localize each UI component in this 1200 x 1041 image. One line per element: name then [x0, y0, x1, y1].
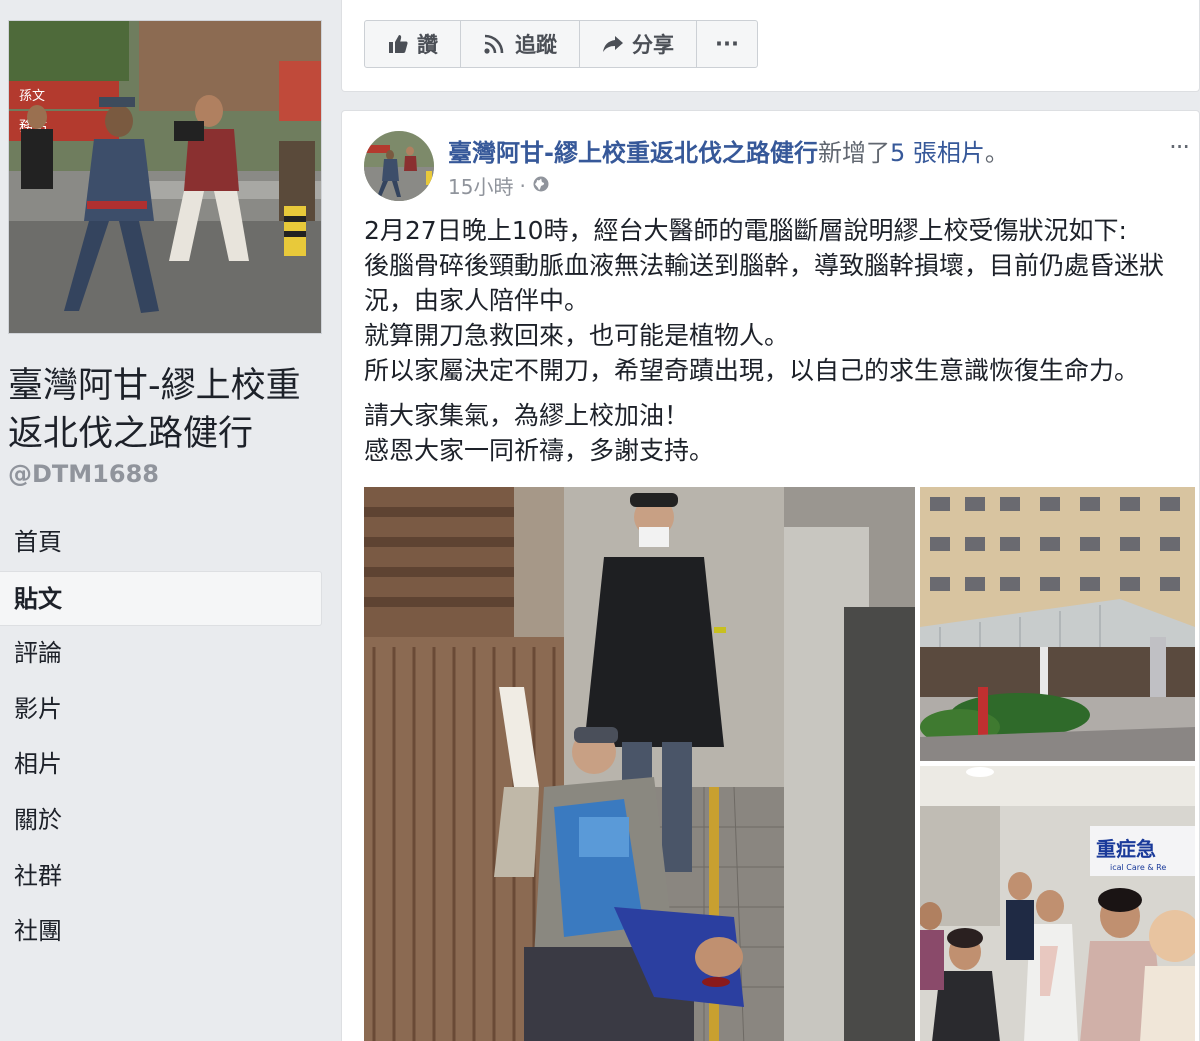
share-label: 分享 — [632, 33, 674, 57]
hospital-sign-en-text: ical Care & Re — [1110, 863, 1166, 872]
hospital-interior-image: 重症急 ical Care & Re — [920, 766, 1195, 1041]
photo-count-link[interactable]: 5 張相片 — [890, 139, 985, 167]
follow-label: 追蹤 — [515, 33, 557, 57]
nav-item-home[interactable]: 首頁 — [0, 515, 322, 571]
profile-photo-image: 孫文 務站 — [9, 21, 321, 333]
post-author-link[interactable]: 臺灣阿甘-繆上校重返北伐之路健行 — [448, 139, 818, 167]
globe-icon[interactable] — [532, 174, 550, 198]
post-photo-3[interactable]: 重症急 ical Care & Re — [920, 766, 1195, 1041]
post-body: 2月27日晚上10時，經台大醫師的電腦斷層說明繆上校受傷狀況如下: 後腦骨碎後頸… — [364, 213, 1194, 478]
meta-separator: · — [519, 173, 526, 198]
avatar-image — [364, 131, 434, 201]
nav-item-groups[interactable]: 社團 — [0, 904, 322, 960]
post-photo-2[interactable] — [920, 487, 1195, 761]
post-header: 臺灣阿甘-繆上校重返北伐之路健行新增了5 張相片。 — [448, 133, 1009, 168]
rss-follow-icon — [483, 33, 507, 55]
page-name[interactable]: 臺灣阿甘-繆上校重返北伐之路健行 — [8, 362, 328, 458]
thumbs-up-icon — [387, 33, 409, 55]
page-actions-card: 讚 追蹤 分享 ··· — [341, 0, 1200, 92]
like-label: 讚 — [417, 33, 438, 57]
post-card: 臺灣阿甘-繆上校重返北伐之路健行新增了5 張相片。 15小時 · ··· 2月2… — [341, 110, 1200, 1041]
page-handle[interactable]: @DTM1688 — [8, 460, 159, 488]
nav-item-reviews[interactable]: 評論 — [0, 626, 322, 682]
photo-grid: 重症急 ical Care & Re — [364, 487, 1198, 1041]
post-action-text: 新增了 — [817, 139, 890, 167]
page-nav: 首頁 貼文 評論 影片 相片 關於 社群 社團 — [0, 515, 322, 960]
share-button[interactable]: 分享 — [580, 21, 697, 67]
hospital-exterior-image — [920, 487, 1195, 761]
action-button-group: 讚 追蹤 分享 ··· — [364, 20, 758, 68]
post-paragraph-1: 2月27日晚上10時，經台大醫師的電腦斷層說明繆上校受傷狀況如下: 後腦骨碎後頸… — [364, 216, 1165, 385]
nav-item-photos[interactable]: 相片 — [0, 737, 322, 793]
post-options-icon[interactable]: ··· — [1169, 133, 1190, 161]
nav-item-about[interactable]: 關於 — [0, 793, 322, 849]
post-meta: 15小時 · — [448, 171, 550, 200]
more-options-button[interactable]: ··· — [697, 21, 757, 67]
post-author-avatar[interactable] — [364, 131, 434, 201]
like-button[interactable]: 讚 — [365, 21, 461, 67]
post-timestamp[interactable]: 15小時 — [448, 171, 513, 200]
banner-text-1: 孫文 — [19, 89, 45, 104]
post-header-period: 。 — [984, 139, 1009, 167]
nav-item-videos[interactable]: 影片 — [0, 682, 322, 738]
hospital-sign-text: 重症急 — [1096, 837, 1156, 861]
share-arrow-icon — [602, 34, 624, 54]
left-column: 孫文 務站 臺灣阿甘-繆上校重返北伐之路健行 @DTM1688 — [0, 0, 330, 1041]
street-scene-image — [364, 487, 915, 1041]
post-photo-1[interactable] — [364, 487, 915, 1041]
follow-button[interactable]: 追蹤 — [461, 21, 580, 67]
more-dots-icon: ··· — [715, 32, 739, 56]
nav-item-posts[interactable]: 貼文 — [0, 570, 322, 627]
profile-picture[interactable]: 孫文 務站 — [8, 20, 322, 334]
post-paragraph-2: 請大家集氣，為繆上校加油！ 感恩大家一同祈禱，多謝支持。 — [364, 401, 715, 465]
nav-item-community[interactable]: 社群 — [0, 849, 322, 905]
